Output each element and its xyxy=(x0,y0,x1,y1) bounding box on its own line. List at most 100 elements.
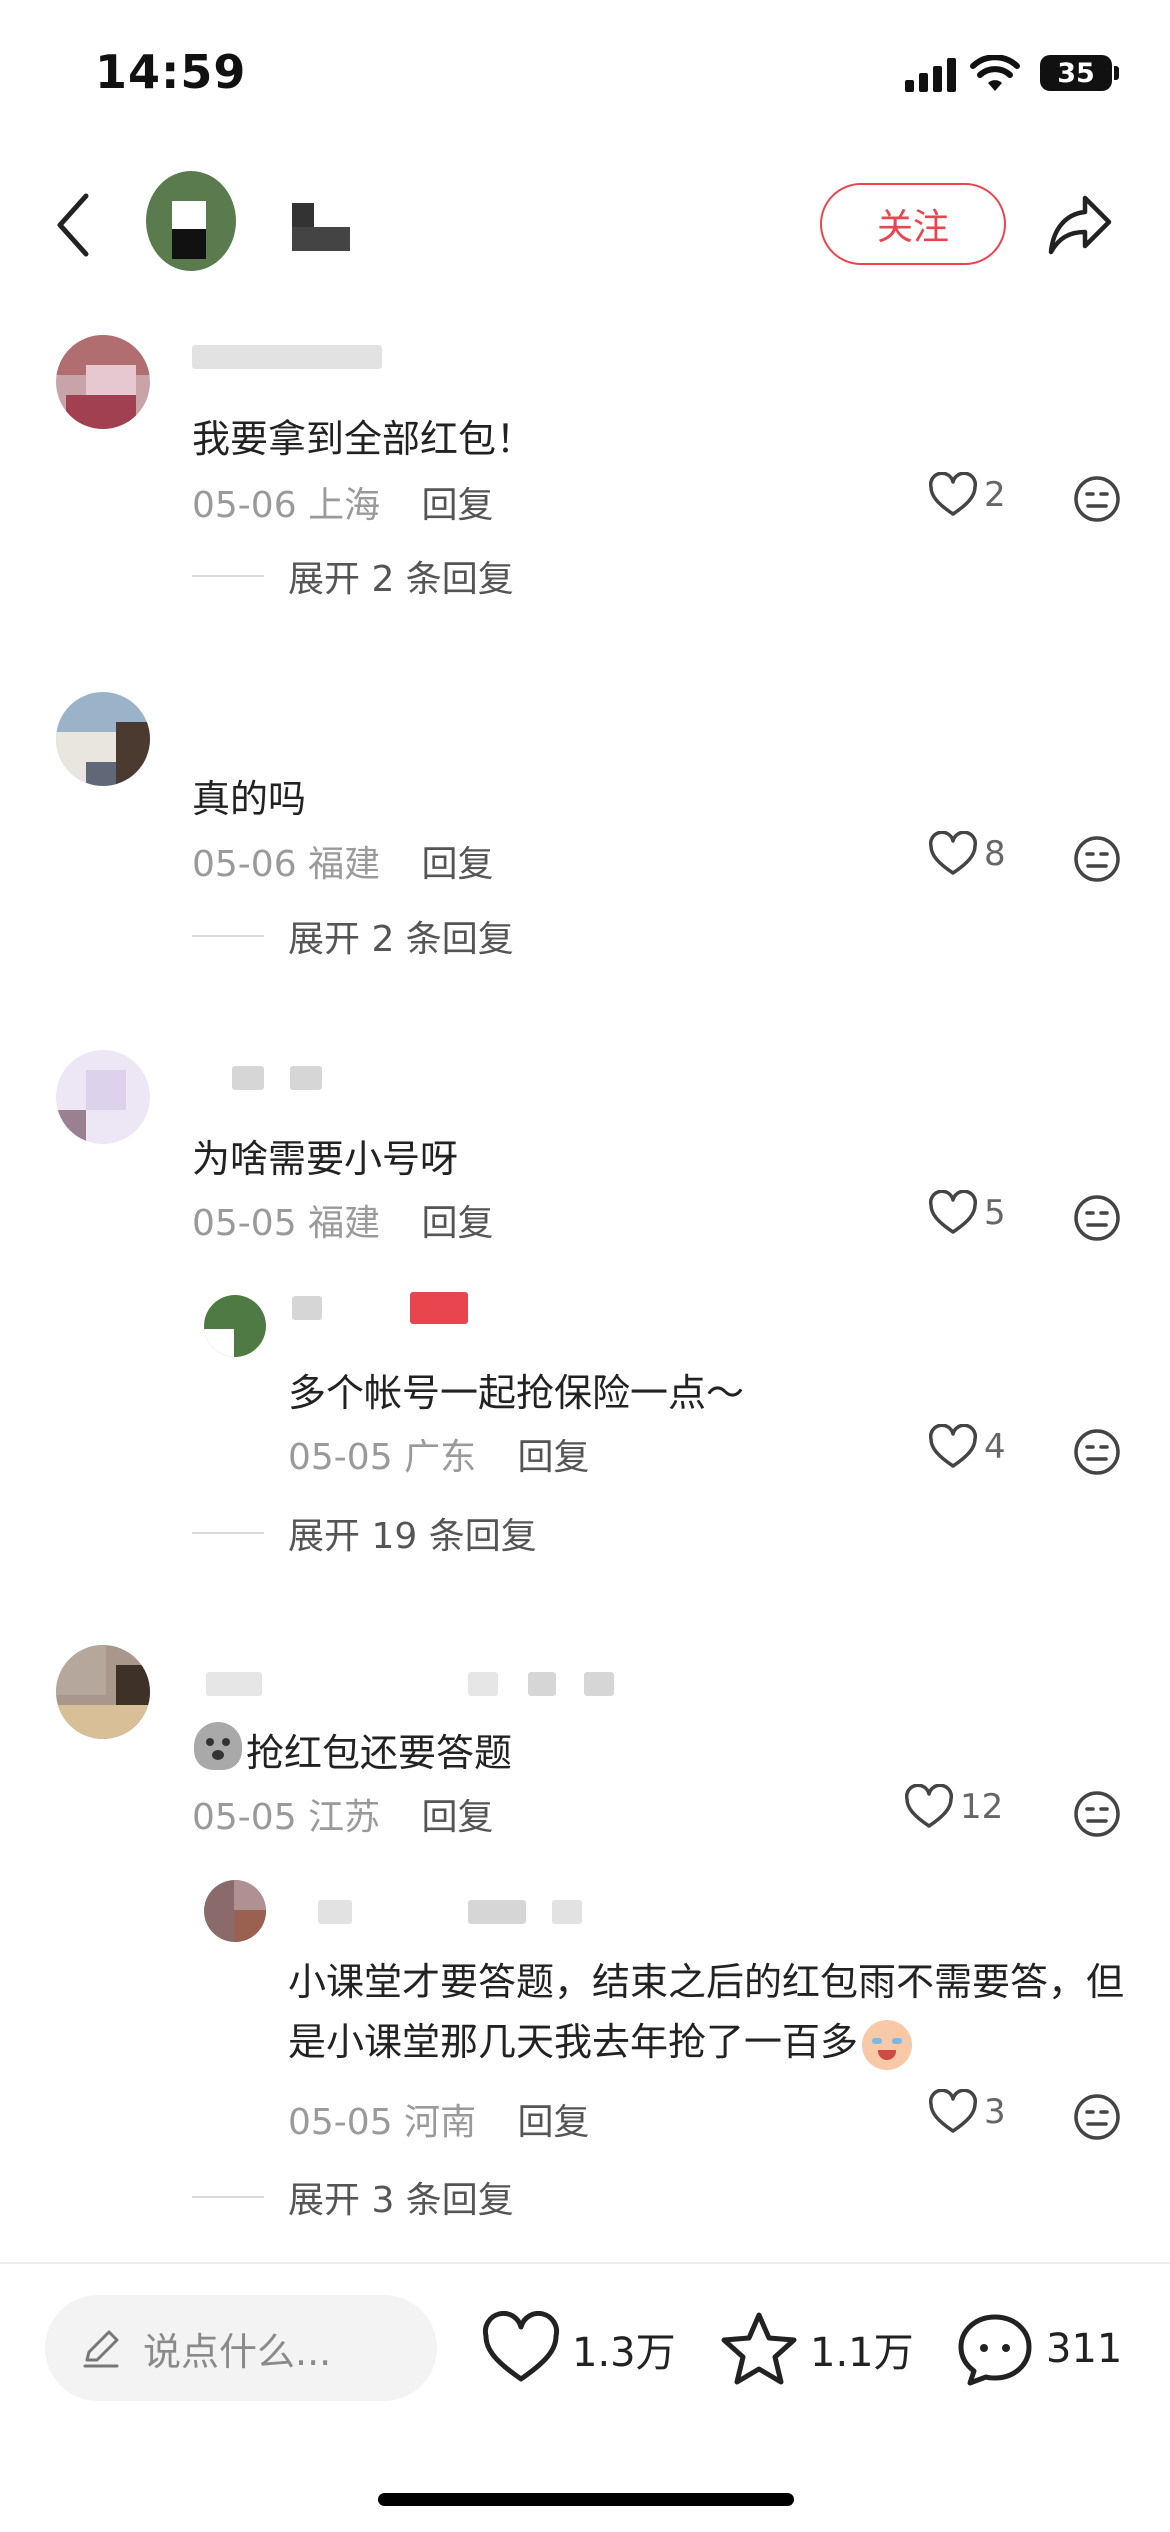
like-button[interactable]: 2 xyxy=(928,472,1006,518)
commenter-name-part xyxy=(528,1672,556,1696)
star-icon xyxy=(721,2312,797,2385)
like-button[interactable]: 8 xyxy=(928,831,1006,877)
heart-icon xyxy=(928,831,978,875)
dislike-icon[interactable] xyxy=(1072,1789,1122,1839)
comment-date: 05-06 xyxy=(192,844,297,885)
follow-button[interactable]: 关注 xyxy=(820,183,1006,265)
commenter-name-part xyxy=(584,1672,614,1696)
status-time: 14:59 xyxy=(95,45,247,99)
post-favorite-button[interactable]: 1.1万 xyxy=(720,2311,914,2387)
reply-meta: 05-05 广东 回复 xyxy=(288,1428,590,1480)
like-count: 8 xyxy=(984,834,1006,874)
comment-meta: 05-05 福建 回复 xyxy=(192,1194,494,1246)
reply-button[interactable]: 回复 xyxy=(422,485,494,526)
author-avatar[interactable] xyxy=(146,171,236,271)
like-count: 5 xyxy=(984,1193,1006,1233)
expand-divider xyxy=(192,575,264,577)
pen-icon xyxy=(83,2330,119,2368)
comment-text: 真的吗 xyxy=(192,777,307,821)
commenter-avatar[interactable] xyxy=(56,335,150,429)
commenter-avatar[interactable] xyxy=(56,692,150,786)
heart-icon xyxy=(904,1784,954,1828)
post-like-count: 1.3万 xyxy=(572,2330,676,2376)
like-count: 4 xyxy=(984,1427,1006,1467)
expand-replies-button[interactable]: 展开 2 条回复 xyxy=(288,910,514,962)
heart-icon xyxy=(928,2089,978,2133)
comment-location: 福建 xyxy=(308,844,381,885)
comment-text: 抢红包还要答题 xyxy=(246,1731,513,1775)
commenter-avatar[interactable] xyxy=(56,1645,150,1739)
comment-location: 福建 xyxy=(308,1203,381,1244)
reply-author-name[interactable] xyxy=(318,1900,352,1924)
comment-date: 05-06 xyxy=(192,485,297,526)
commenter-name[interactable] xyxy=(192,345,382,369)
dislike-icon[interactable] xyxy=(1072,2092,1122,2142)
reply-author-name-part xyxy=(468,1900,526,1924)
reply-location: 河南 xyxy=(404,2102,477,2143)
dislike-icon[interactable] xyxy=(1072,834,1122,884)
expand-replies-button[interactable]: 展开 3 条回复 xyxy=(288,2171,514,2223)
like-button[interactable]: 5 xyxy=(928,1190,1006,1236)
reply-author-name-part xyxy=(552,1900,582,1924)
comment-icon xyxy=(958,2314,1032,2386)
reply-button[interactable]: 回复 xyxy=(422,844,494,885)
crying-emoji-icon xyxy=(862,2019,913,2070)
like-count: 3 xyxy=(984,2092,1006,2132)
heart-icon xyxy=(928,472,978,516)
comment-text: 为啥需要小号呀 xyxy=(192,1137,459,1181)
reply-date: 05-05 xyxy=(288,2102,393,2143)
reply-text: 多个帐号一起抢保险一点～ xyxy=(288,1371,745,1415)
share-icon[interactable] xyxy=(1045,190,1115,260)
wifi-icon xyxy=(970,55,1020,91)
comment-date: 05-05 xyxy=(192,1797,297,1838)
ghost-emoji-icon xyxy=(194,1722,242,1770)
reply-button[interactable]: 回复 xyxy=(518,1437,590,1478)
heart-icon xyxy=(928,1424,978,1468)
expand-replies-button[interactable]: 展开 2 条回复 xyxy=(288,550,514,602)
post-like-button[interactable]: 1.3万 xyxy=(482,2311,676,2387)
reply-avatar[interactable] xyxy=(204,1295,266,1357)
dislike-icon[interactable] xyxy=(1072,474,1122,524)
commenter-name[interactable] xyxy=(206,1672,262,1696)
reply-author-name[interactable] xyxy=(292,1296,322,1320)
post-comment-button[interactable]: 311 xyxy=(956,2311,1122,2387)
reply-date: 05-05 xyxy=(288,1437,393,1478)
comment-date: 05-05 xyxy=(192,1203,297,1244)
dislike-icon[interactable] xyxy=(1072,1427,1122,1477)
home-indicator[interactable] xyxy=(378,2493,794,2506)
comment-location: 上海 xyxy=(308,485,381,526)
post-comment-count: 311 xyxy=(1046,2326,1123,2372)
reply-meta: 05-05 河南 回复 xyxy=(288,2093,590,2145)
reply-author-badge xyxy=(410,1292,468,1324)
reply-text: 小课堂才要答题，结束之后的红包雨不需要答，但是小课堂那几天我去年抢了一百多 xyxy=(288,1952,1148,2072)
back-icon[interactable] xyxy=(50,190,100,260)
commenter-avatar[interactable] xyxy=(56,1050,150,1144)
battery-cap xyxy=(1114,66,1119,80)
comment-meta: 05-06 上海 回复 xyxy=(192,476,494,528)
heart-icon xyxy=(482,2311,560,2382)
comment-meta: 05-06 福建 回复 xyxy=(192,835,494,887)
expand-divider xyxy=(192,935,264,937)
reply-text-body: 小课堂才要答题，结束之后的红包雨不需要答，但是小课堂那几天我去年抢了一百多 xyxy=(288,1960,1125,2064)
like-button[interactable]: 3 xyxy=(928,2089,1006,2135)
reply-avatar[interactable] xyxy=(204,1880,266,1942)
author-name[interactable] xyxy=(292,203,350,251)
signal-icon xyxy=(905,58,956,92)
like-count: 12 xyxy=(960,1787,1004,1827)
comment-meta: 05-05 江苏 回复 xyxy=(192,1788,494,1840)
like-button[interactable]: 4 xyxy=(928,1424,1006,1470)
reply-button[interactable]: 回复 xyxy=(422,1797,494,1838)
dislike-icon[interactable] xyxy=(1072,1193,1122,1243)
post-favorite-count: 1.1万 xyxy=(810,2330,914,2376)
commenter-name[interactable] xyxy=(232,1066,264,1090)
like-button[interactable]: 12 xyxy=(904,1784,1003,1830)
expand-divider xyxy=(192,1532,264,1534)
expand-replies-button[interactable]: 展开 19 条回复 xyxy=(288,1507,537,1559)
battery-indicator: 35 xyxy=(1040,55,1112,91)
like-count: 2 xyxy=(984,475,1006,515)
reply-button[interactable]: 回复 xyxy=(422,1203,494,1244)
comment-text: 我要拿到全部红包！ xyxy=(192,417,535,461)
comment-input[interactable]: 说点什么... xyxy=(45,2295,437,2401)
reply-button[interactable]: 回复 xyxy=(518,2102,590,2143)
comment-location: 江苏 xyxy=(308,1797,381,1838)
